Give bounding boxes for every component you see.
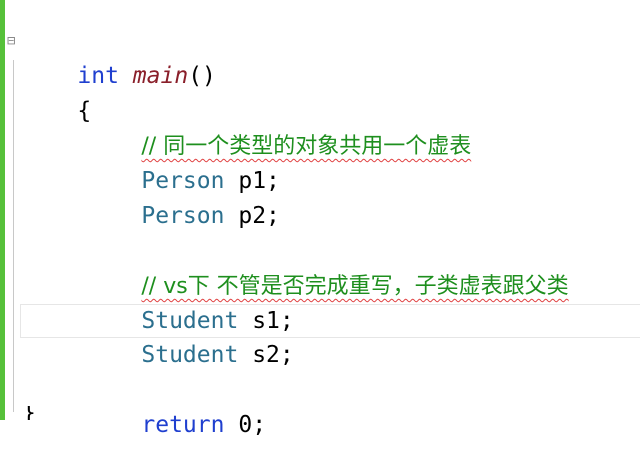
close-brace: }: [22, 406, 34, 420]
code-line-4[interactable]: Person p1;: [86, 130, 280, 194]
code-line-5[interactable]: Person p2;: [86, 165, 280, 229]
keyword-return: return: [141, 412, 225, 438]
code-line-8[interactable]: Student s2;: [86, 304, 293, 368]
return-value: 0;: [238, 412, 267, 438]
parens: (): [188, 63, 216, 89]
type-person: Person: [141, 203, 225, 229]
outline-guide: [13, 60, 14, 412]
code-line-9[interactable]: return 0;: [86, 374, 266, 438]
variable-s2: s2;: [252, 342, 294, 368]
code-line-6[interactable]: // vs下 不管是否完成重写，子类虚表跟父类: [86, 235, 568, 299]
code-editor[interactable]: ⊟ int main() { // 同一个类型的对象共用一个虚表 Person …: [0, 0, 640, 438]
change-tracking-margin: [0, 0, 5, 420]
code-line-3[interactable]: // 同一个类型的对象共用一个虚表: [86, 95, 471, 159]
code-line-2[interactable]: {: [22, 60, 91, 124]
code-line-7[interactable]: Student s1;: [86, 270, 293, 334]
function-name: main: [132, 63, 189, 89]
variable-p2: p2;: [238, 203, 280, 229]
type-student: Student: [141, 342, 239, 368]
collapse-icon[interactable]: ⊟: [7, 34, 16, 48]
code-line-1[interactable]: int main(): [22, 25, 216, 89]
